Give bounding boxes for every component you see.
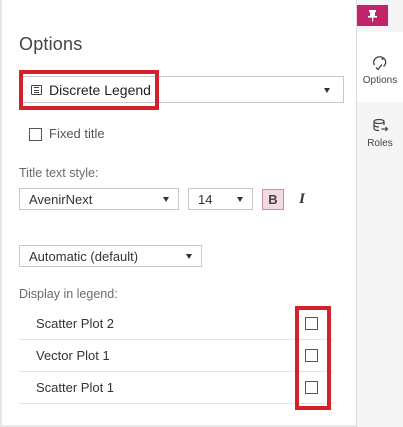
panel-title: Options [19,34,83,54]
roles-icon [372,118,388,132]
title-text-style-label: Title text style: [19,166,99,180]
highlight-box-legend-checkboxes [295,306,331,410]
font-size-value: 14 [198,192,213,207]
options-icon [373,56,387,71]
tab-options[interactable]: Options [357,32,403,102]
legend-item-label: Vector Plot 1 [36,348,110,363]
legend-item-row: Vector Plot 1 [19,340,333,372]
highlight-box-legend-type [19,70,159,110]
legend-position-dropdown[interactable]: Automatic (default) [19,245,202,267]
font-family-value: AvenirNext [29,192,93,207]
fixed-title-checkbox[interactable] [29,128,42,141]
display-in-legend-label: Display in legend: [19,287,118,301]
italic-button[interactable]: I [294,189,310,210]
pin-button[interactable] [357,5,388,26]
legend-item-label: Scatter Plot 1 [36,380,115,395]
font-family-dropdown[interactable]: AvenirNext [19,188,179,210]
bold-button[interactable]: B [262,189,284,210]
fixed-title-label: Fixed title [49,126,105,141]
legend-item-row: Scatter Plot 1 [19,372,333,404]
tab-options-label: Options [362,75,398,86]
pin-icon [368,10,377,22]
tab-roles-label: Roles [367,138,393,149]
chevron-down-icon [186,254,192,259]
legend-item-label: Scatter Plot 2 [36,316,115,331]
font-size-dropdown[interactable]: 14 [188,188,253,210]
chevron-down-icon [324,88,330,93]
legend-position-value: Automatic (default) [29,249,139,264]
chevron-down-icon [237,197,243,202]
tab-roles[interactable]: Roles [357,102,403,162]
chevron-down-icon [163,197,169,202]
legend-item-row: Scatter Plot 2 [19,308,333,340]
